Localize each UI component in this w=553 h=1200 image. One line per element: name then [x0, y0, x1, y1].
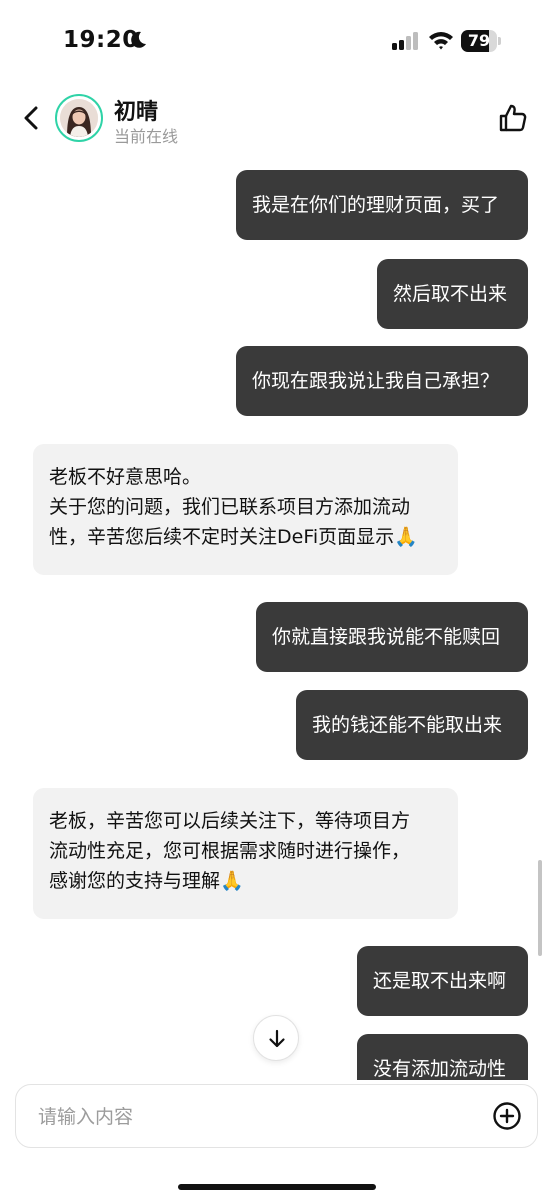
message-bubble-outgoing[interactable]: 还是取不出来啊 — [357, 946, 528, 1016]
wifi-icon — [428, 30, 454, 54]
moon-icon — [128, 30, 148, 54]
message-bubble-outgoing[interactable]: 然后取不出来 — [377, 259, 528, 329]
thumbs-up-icon[interactable] — [497, 102, 529, 134]
scroll-to-bottom-button[interactable] — [253, 1015, 299, 1061]
message-bubble-outgoing[interactable]: 我的钱还能不能取出来 — [296, 690, 528, 760]
contact-name: 初晴 — [114, 100, 159, 125]
scrollbar[interactable] — [538, 860, 542, 956]
message-bubble-outgoing[interactable]: 你就直接跟我说能不能赎回 — [256, 602, 528, 672]
message-bubble-outgoing[interactable]: 你现在跟我说让我自己承担？ — [236, 346, 528, 416]
chevron-left-icon[interactable] — [18, 102, 46, 134]
battery-percent: 79 — [467, 31, 491, 50]
battery-indicator: 79 — [461, 30, 501, 52]
chat-header: 初晴 当前在线 — [0, 84, 553, 154]
composer — [15, 1084, 538, 1149]
cellular-signal-icon — [392, 32, 420, 54]
home-indicator — [178, 1184, 376, 1190]
message-input[interactable] — [36, 1085, 480, 1149]
avatar[interactable] — [55, 94, 103, 142]
message-bubble-incoming[interactable]: 老板，辛苦您可以后续关注下，等待项目方 流动性充足，您可根据需求随时进行操作， … — [33, 788, 458, 919]
arrow-down-icon — [269, 1029, 285, 1048]
composer-bar — [0, 1080, 553, 1200]
contact-status: 当前在线 — [114, 127, 179, 146]
plus-circle-icon[interactable] — [492, 1101, 522, 1131]
message-bubble-incoming[interactable]: 老板不好意思哈。 关于您的问题，我们已联系项目方添加流动 性，辛苦您后续不定时关… — [33, 444, 458, 575]
message-bubble-outgoing[interactable]: 我是在你们的理财页面，买了 — [236, 170, 528, 240]
status-bar: 19:20 79 — [0, 0, 553, 84]
